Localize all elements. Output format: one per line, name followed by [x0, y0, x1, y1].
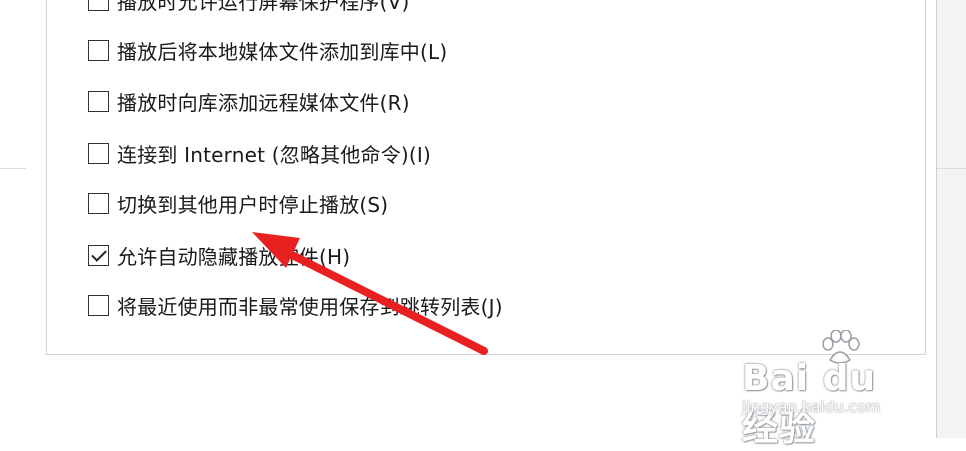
option-connect-to-internet[interactable]: 连接到 Internet (忽略其他命令)(I) — [88, 139, 431, 167]
checkbox[interactable] — [88, 0, 109, 11]
checkbox[interactable] — [88, 294, 109, 316]
option-label: 播放时允许运行屏幕保护程序(V) — [117, 0, 410, 14]
option-label: 连接到 Internet (忽略其他命令)(I) — [117, 142, 432, 167]
checkbox[interactable] — [88, 192, 109, 214]
option-autohide-controls[interactable]: 允许自动隐藏播放控件(H) — [88, 241, 350, 269]
option-allow-screensaver[interactable]: 播放时允许运行屏幕保护程序(V) — [88, 0, 410, 14]
option-recent-jumplist[interactable]: 将最近使用而非最常使用保存到跳转列表(J) — [88, 291, 503, 319]
watermark-url: jingyan.baidu.com — [742, 398, 881, 416]
checkbox[interactable] — [88, 142, 109, 164]
checkbox[interactable] — [88, 244, 109, 266]
option-add-remote-files-to-library[interactable]: 播放时向库添加远程媒体文件(R) — [88, 87, 410, 115]
background-divider-left — [0, 168, 26, 169]
option-label: 播放后将本地媒体文件添加到库中(L) — [117, 39, 448, 64]
option-label: 播放时向库添加远程媒体文件(R) — [117, 90, 410, 115]
background-left — [0, 0, 27, 438]
background-divider-right — [937, 168, 966, 169]
checkbox[interactable] — [88, 39, 109, 61]
option-label: 将最近使用而非最常使用保存到跳转列表(J) — [117, 294, 503, 319]
background-right — [936, 0, 966, 438]
option-label: 允许自动隐藏播放控件(H) — [117, 244, 351, 269]
option-stop-on-user-switch[interactable]: 切换到其他用户时停止播放(S) — [88, 189, 388, 217]
option-label: 切换到其他用户时停止播放(S) — [117, 192, 389, 217]
baidu-watermark: Bai du 经验 jingyan.baidu.com — [742, 330, 922, 449]
option-add-local-files-to-library[interactable]: 播放后将本地媒体文件添加到库中(L) — [88, 36, 447, 64]
checkbox[interactable] — [88, 90, 109, 112]
